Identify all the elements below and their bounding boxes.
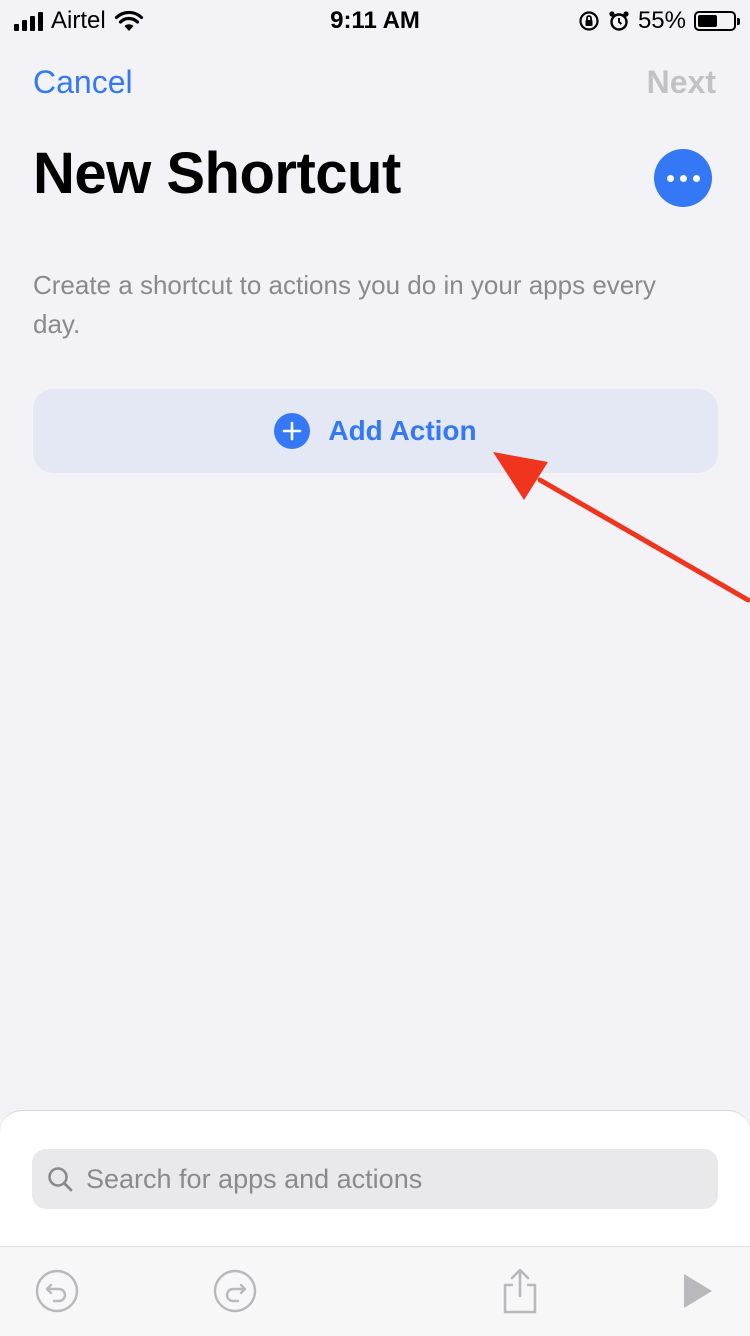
alarm-icon	[609, 11, 629, 31]
add-action-label: Add Action	[328, 415, 477, 446]
orientation-lock-icon	[579, 11, 599, 31]
redo-button[interactable]	[211, 1267, 259, 1315]
share-button[interactable]	[496, 1267, 544, 1315]
status-bar: Airtel 9:11 AM 55%	[0, 0, 750, 40]
battery-icon	[694, 11, 740, 31]
page-title: New Shortcut	[33, 141, 401, 206]
search-icon	[48, 1167, 73, 1192]
more-options-button[interactable]	[654, 149, 712, 207]
ellipsis-dot	[679, 174, 687, 182]
battery-fill	[698, 15, 717, 27]
undo-icon	[35, 1269, 79, 1313]
bottom-toolbar	[0, 1246, 750, 1336]
share-icon	[503, 1268, 537, 1314]
page-subtitle: Create a shortcut to actions you do in y…	[33, 270, 656, 339]
add-action-button[interactable]: Add Action	[33, 389, 718, 473]
ellipsis-dot	[666, 174, 674, 182]
status-right: 55%	[578, 7, 740, 35]
play-icon	[684, 1274, 712, 1308]
cancel-button[interactable]: Cancel	[33, 64, 133, 101]
search-bar[interactable]	[32, 1149, 718, 1209]
ellipsis-dot	[692, 174, 700, 182]
search-input[interactable]	[84, 1162, 688, 1196]
bottom-sheet	[0, 1110, 750, 1336]
run-button[interactable]	[672, 1267, 720, 1315]
next-button[interactable]: Next	[647, 64, 716, 101]
battery-percent: 55%	[637, 7, 686, 34]
undo-button[interactable]	[33, 1267, 81, 1315]
plus-circle-icon	[274, 413, 311, 449]
redo-icon	[213, 1269, 257, 1313]
